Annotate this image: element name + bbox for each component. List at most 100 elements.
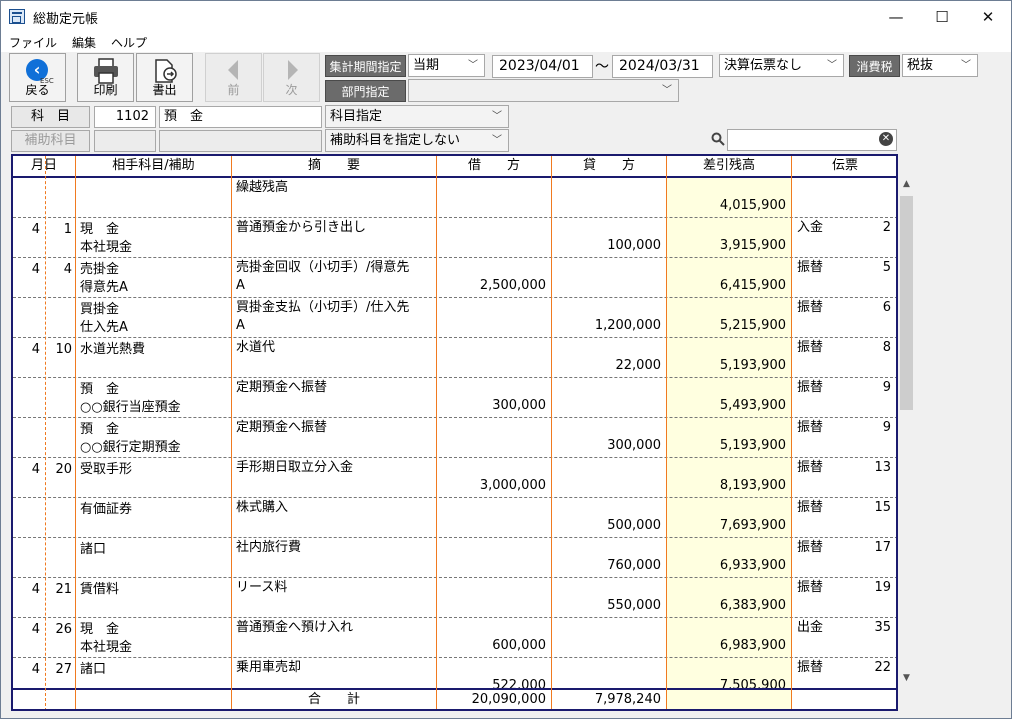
menu-edit[interactable]: 編集 [72, 34, 96, 51]
maximize-button[interactable]: ☐ [919, 1, 965, 32]
subaccount-mode-value: 補助科目を指定しない [330, 133, 461, 148]
subaccount-name-input[interactable] [159, 130, 322, 152]
account-label: 科 目 [11, 106, 90, 128]
tax-select[interactable]: 税抜 ﹀ [902, 54, 978, 77]
row-description: 買掛金支払（小切手）/仕入先 [236, 300, 410, 315]
row-account: 賃借料 [80, 582, 120, 597]
subaccount-mode-select[interactable]: 補助科目を指定しない ﹀ [325, 129, 509, 152]
row-credit: 100,000 [607, 238, 661, 253]
col-divider [75, 156, 76, 709]
row-voucher-no: 17 [874, 540, 891, 555]
search-box: ✕ [709, 129, 897, 151]
back-label: 戻る [25, 83, 50, 97]
settlement-value: 決算伝票なし [724, 58, 803, 73]
row-subaccount: 仕入先A [80, 320, 128, 335]
row-balance: 6,415,900 [719, 278, 786, 293]
table-row[interactable]: 4 4 売掛金 得意先A 売掛金回収（小切手）/得意先 A 2,500,000 6,415,9… [13, 258, 896, 298]
settlement-select[interactable]: 決算伝票なし ﹀ [719, 54, 844, 77]
row-day: 4 [63, 262, 72, 277]
account-name-input[interactable]: 預 金 [159, 106, 322, 128]
minimize-button[interactable]: — [873, 1, 919, 32]
row-voucher-no: 19 [874, 580, 891, 595]
account-code-input[interactable]: 1102 [94, 106, 156, 128]
row-voucher-no: 8 [882, 340, 891, 355]
period-label[interactable]: 集計期間指定 [325, 55, 406, 77]
clear-search-icon[interactable]: ✕ [879, 132, 893, 146]
row-balance: 6,933,900 [719, 558, 786, 573]
table-row[interactable]: 有価証券 株式購入 500,000 7,693,900 振替 15 [13, 498, 896, 538]
table-row[interactable]: 4 20 受取手形 手形期日取立分入金 3,000,000 8,193,900 振替 13 [13, 458, 896, 498]
row-voucher-no: 5 [882, 260, 891, 275]
table-row[interactable]: 繰越残高 4,015,900 [13, 178, 896, 218]
ledger-total-row: 合 計 20,090,000 7,978,240 [13, 688, 896, 709]
row-month: 4 [31, 222, 40, 237]
row-account: 預 金 [80, 422, 120, 437]
account-mode-select[interactable]: 科目指定 ﹀ [325, 105, 509, 128]
row-debit: 2,500,000 [479, 278, 546, 293]
table-row[interactable]: 41現 金本社現金 普通預金から引き出し 100,000 3,915,900 入金 2 [13, 218, 896, 258]
ledger-header: 月日 相手科目/補助 摘 要 借 方 貸 方 差引残高 伝票 [13, 156, 896, 178]
row-month: 4 [31, 342, 40, 357]
subaccount-label: 補助科目 [11, 130, 90, 152]
department-select[interactable]: ﹀ [408, 79, 679, 102]
chevron-down-icon: ﹀ [492, 135, 502, 146]
row-debit: 300,000 [492, 398, 546, 413]
table-row[interactable]: 預 金 ○○銀行当座預金 定期預金へ振替 300,000 5,493,900 振替 9 [13, 378, 896, 418]
row-voucher-no: 13 [874, 460, 891, 475]
row-account: 受取手形 [80, 462, 133, 477]
search-input[interactable] [727, 129, 897, 151]
export-button[interactable]: 書出 [136, 53, 193, 102]
row-description: 手形期日取立分入金 [236, 460, 354, 475]
row-credit: 1,200,000 [594, 318, 661, 333]
end-date-input[interactable]: 2024/03/31 [612, 55, 713, 78]
table-row[interactable]: 4 26 現 金本社現金 普通預金へ預け入れ 600,000 6,983,900 出金 35 [13, 618, 896, 658]
vertical-scrollbar[interactable]: ▲ ▼ [898, 176, 915, 687]
table-row[interactable]: 4 21 賃借料 リース料 550,000 6,383,900 振替 19 [13, 578, 896, 618]
start-date-input[interactable]: 2023/04/01 [492, 55, 593, 78]
next-label: 次 [285, 83, 298, 97]
row-credit: 550,000 [607, 598, 661, 613]
row-account: 諸口 [80, 542, 107, 557]
row-description: 定期預金へ振替 [236, 380, 328, 395]
row-month: 4 [31, 462, 40, 477]
total-credit: 7,978,240 [594, 692, 661, 707]
menu-help[interactable]: ヘルプ [111, 34, 147, 51]
table-row[interactable]: 預 金 ○○銀行定期預金 定期預金へ振替 300,000 5,193,900 振替 9 [13, 418, 896, 458]
period-mode-select[interactable]: 当期 ﹀ [408, 54, 485, 77]
row-description: 乗用車売却 [236, 660, 302, 675]
print-button[interactable]: 印刷 [77, 53, 134, 102]
scroll-thumb[interactable] [900, 196, 913, 410]
header-counter-account: 相手科目/補助 [112, 158, 195, 173]
total-label: 合 計 [307, 692, 360, 707]
scroll-up-icon[interactable]: ▲ [898, 176, 915, 193]
row-description: リース料 [236, 580, 288, 595]
row-day: 27 [55, 662, 72, 677]
app-icon [9, 9, 25, 24]
row-credit: 500,000 [607, 518, 661, 533]
chevron-down-icon: ﹀ [827, 60, 837, 71]
row-description-cont: A [236, 278, 245, 293]
row-account: 現 金 [80, 222, 120, 237]
table-row[interactable]: 諸口 社内旅行費 760,000 6,933,900 振替 17 [13, 538, 896, 578]
row-description: 株式購入 [236, 500, 289, 515]
next-button[interactable]: 次 [263, 53, 320, 102]
row-credit: 22,000 [615, 358, 662, 373]
row-debit: 600,000 [492, 638, 546, 653]
row-description: 売掛金回収（小切手）/得意先 [236, 260, 410, 275]
row-subaccount: ○○銀行当座預金 [80, 400, 181, 415]
table-row[interactable]: 4 10 水道光熱費 水道代 22,000 5,193,900 振替 8 [13, 338, 896, 378]
prev-button[interactable]: 前 [205, 53, 262, 102]
row-description: 定期預金へ振替 [236, 420, 328, 435]
table-row[interactable]: 買掛金 仕入先A 買掛金支払（小切手）/仕入先 A 1,200,000 5,215,900… [13, 298, 896, 338]
header-balance: 差引残高 [702, 158, 755, 173]
department-label[interactable]: 部門指定 [325, 80, 406, 102]
scroll-down-icon[interactable]: ▼ [898, 670, 915, 687]
close-button[interactable]: ✕ [965, 1, 1011, 32]
subaccount-code-input[interactable] [94, 130, 156, 152]
back-button[interactable]: ‹ ESC 戻る [9, 53, 66, 102]
menu-file[interactable]: ファイル [9, 34, 57, 51]
row-day: 26 [55, 622, 72, 637]
row-credit: 300,000 [607, 438, 661, 453]
row-subaccount: 本社現金 [80, 240, 133, 255]
col-divider [45, 156, 46, 709]
